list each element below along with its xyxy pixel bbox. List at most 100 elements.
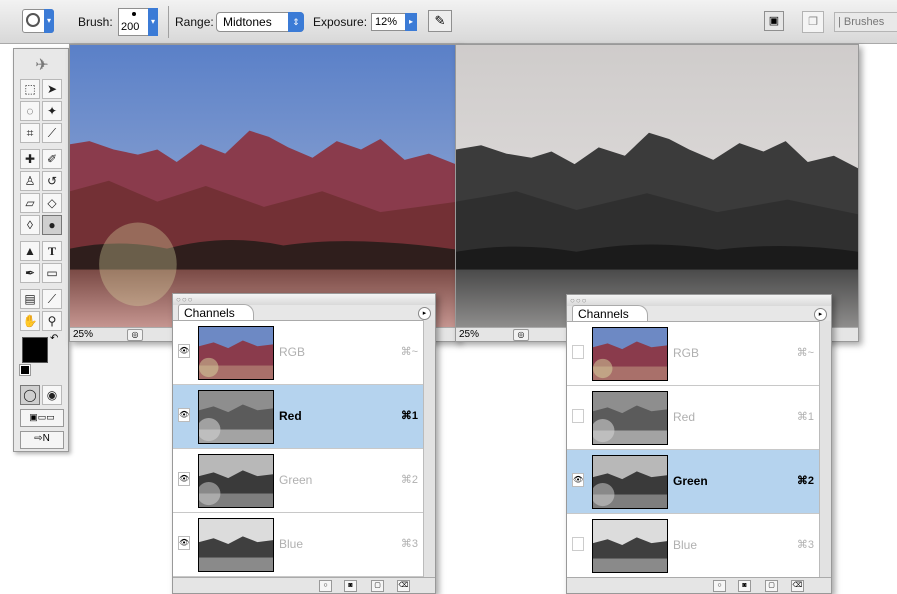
channel-shortcut: ⌘2 <box>400 474 418 486</box>
swap-colors-icon[interactable]: ↶ <box>50 333 58 344</box>
drop-icon: ◊ <box>27 218 33 232</box>
info-menu-icon[interactable]: ◎ <box>513 329 529 341</box>
visibility-checkbox[interactable] <box>572 537 584 551</box>
load-selection-icon[interactable]: ○ <box>319 580 332 592</box>
history-brush-tool[interactable]: ↺ <box>42 171 62 191</box>
exposure-input[interactable]: 12% <box>371 13 409 31</box>
foreground-color-swatch[interactable] <box>22 337 48 363</box>
brush-tool[interactable]: ✐ <box>42 149 62 169</box>
range-select[interactable]: Midtones ⇕ <box>216 12 304 32</box>
chevron-down-icon: ▾ <box>148 8 158 36</box>
crop-tool[interactable]: ⌗ <box>20 123 40 143</box>
visibility-checkbox[interactable] <box>572 345 584 359</box>
exposure-label: Exposure: <box>313 15 368 29</box>
channel-row-blue[interactable]: 👁 Blue ⌘3 <box>173 513 424 577</box>
channel-name: Blue <box>279 537 304 551</box>
history-brush-icon: ↺ <box>46 174 58 188</box>
channel-name: Green <box>673 474 708 488</box>
tab-channels[interactable]: Channels <box>572 305 648 321</box>
screen-mode-buttons[interactable]: ▣▭▭ <box>20 409 64 427</box>
channel-row-green[interactable]: 👁 Green ⌘2 <box>173 449 424 513</box>
jump-to-imageready-button[interactable]: ⇨N <box>20 431 64 449</box>
eye-icon[interactable]: 👁 <box>178 408 190 422</box>
channel-shortcut: ⌘1 <box>796 411 814 423</box>
channel-row-red[interactable]: 👁 Red ⌘1 <box>173 385 424 449</box>
channel-row-green[interactable]: 👁 Green ⌘2 <box>567 450 820 514</box>
hand-tool[interactable]: ✋ <box>20 311 40 331</box>
new-channel-icon[interactable]: ▢ <box>371 580 384 592</box>
channel-name: Blue <box>673 538 698 552</box>
visibility-checkbox[interactable] <box>572 409 584 423</box>
channel-thumbnail <box>592 391 668 445</box>
palette-menu-button[interactable]: ▸ <box>814 308 827 321</box>
adobe-online-icon[interactable]: ✈ <box>26 55 58 75</box>
zoom-level[interactable]: 25% <box>459 328 479 341</box>
zoom-tool[interactable]: ⚲ <box>42 311 62 331</box>
magic-wand-tool[interactable]: ✦ <box>42 101 62 121</box>
new-channel-icon[interactable]: ▢ <box>765 580 778 592</box>
brush-picker[interactable]: 200 ▾ <box>118 8 158 36</box>
channel-shortcut: ⌘3 <box>796 539 814 551</box>
exposure-slider-toggle[interactable]: ▸ <box>405 13 417 31</box>
channel-row-blue[interactable]: Blue ⌘3 <box>567 514 820 578</box>
scrollbar[interactable] <box>819 321 831 578</box>
trash-icon[interactable]: ⌫ <box>791 580 804 592</box>
channel-shortcut: ⌘~ <box>400 346 418 358</box>
brushes-tab[interactable]: | Brushes <box>834 12 897 32</box>
window-buttons-icon[interactable]: ○○○ <box>176 296 194 304</box>
eraser-tool[interactable]: ▱ <box>20 193 40 213</box>
shape-tool[interactable]: ▭ <box>42 263 62 283</box>
blur-tool[interactable]: ◊ <box>20 215 40 235</box>
window-buttons-icon[interactable]: ○○○ <box>570 297 588 305</box>
path-selection-tool[interactable]: ▲ <box>20 241 40 261</box>
tool-preset-picker[interactable]: ▾ <box>22 9 54 33</box>
palette-well-button[interactable]: ❐ <box>802 11 824 33</box>
paint-bucket-tool[interactable]: ◇ <box>42 193 62 213</box>
channel-list: RGB ⌘~ Red ⌘1 👁 Green ⌘2 Blue ⌘3 <box>567 321 831 579</box>
airbrush-button[interactable]: ✎ <box>428 10 452 32</box>
clone-stamp-tool[interactable]: ♙ <box>20 171 40 191</box>
lasso-tool[interactable]: ◌ <box>20 101 40 121</box>
palette-menu-button[interactable]: ▸ <box>418 307 431 320</box>
imageready-icon: ⇨N <box>34 433 50 444</box>
updown-arrows-icon: ⇕ <box>288 12 304 32</box>
channel-row-red[interactable]: Red ⌘1 <box>567 386 820 450</box>
dodge-icon <box>26 13 40 27</box>
type-icon: T <box>47 244 56 258</box>
brush-icon: ✐ <box>46 152 58 166</box>
save-selection-icon[interactable]: ◙ <box>738 580 751 592</box>
eye-icon[interactable]: 👁 <box>178 472 190 486</box>
toolbox: ✈ ⬚ ➤ ◌ ✦ ⌗ ⟋ ✚ ✐ ♙ ↺ ▱ ◇ ◊ ● ▲ T ✒ ▭ ▤ … <box>13 48 69 452</box>
notes-tool[interactable]: ▤ <box>20 289 40 309</box>
save-selection-icon[interactable]: ◙ <box>344 580 357 592</box>
channel-row-rgb[interactable]: RGB ⌘~ <box>567 322 820 386</box>
info-menu-icon[interactable]: ◎ <box>127 329 143 341</box>
channel-name: RGB <box>673 346 700 360</box>
eye-icon[interactable]: 👁 <box>178 344 190 358</box>
eyedropper-tool[interactable]: ⟋ <box>42 289 62 309</box>
healing-brush-tool[interactable]: ✚ <box>20 149 40 169</box>
tab-channels[interactable]: Channels <box>178 304 254 320</box>
default-colors-icon[interactable] <box>19 364 31 376</box>
move-tool[interactable]: ➤ <box>42 79 62 99</box>
standard-mode-button[interactable]: ◯ <box>20 385 40 405</box>
marquee-tool[interactable]: ⬚ <box>20 79 40 99</box>
trash-icon[interactable]: ⌫ <box>397 580 410 592</box>
slice-tool[interactable]: ⟋ <box>42 123 62 143</box>
channel-row-rgb[interactable]: 👁 RGB ⌘~ <box>173 321 424 385</box>
file-browser-button[interactable]: ▣ <box>764 11 784 31</box>
channel-name: Red <box>673 410 696 424</box>
eye-icon[interactable]: 👁 <box>572 473 584 487</box>
load-selection-icon[interactable]: ○ <box>713 580 726 592</box>
palette-footer: ○ ◙ ▢ ⌫ <box>173 577 435 593</box>
lasso-icon: ◌ <box>26 104 34 118</box>
pen-tool[interactable]: ✒ <box>20 263 40 283</box>
zoom-level[interactable]: 25% <box>73 328 93 341</box>
scrollbar[interactable] <box>423 320 435 577</box>
eye-icon[interactable]: 👁 <box>178 536 190 550</box>
brush-size: 200 <box>121 21 140 33</box>
quick-mask-button[interactable]: ◉ <box>42 385 62 405</box>
screen-mode-icon: ▣▭▭ <box>29 412 55 422</box>
dodge-tool[interactable]: ● <box>42 215 62 235</box>
type-tool[interactable]: T <box>42 241 62 261</box>
